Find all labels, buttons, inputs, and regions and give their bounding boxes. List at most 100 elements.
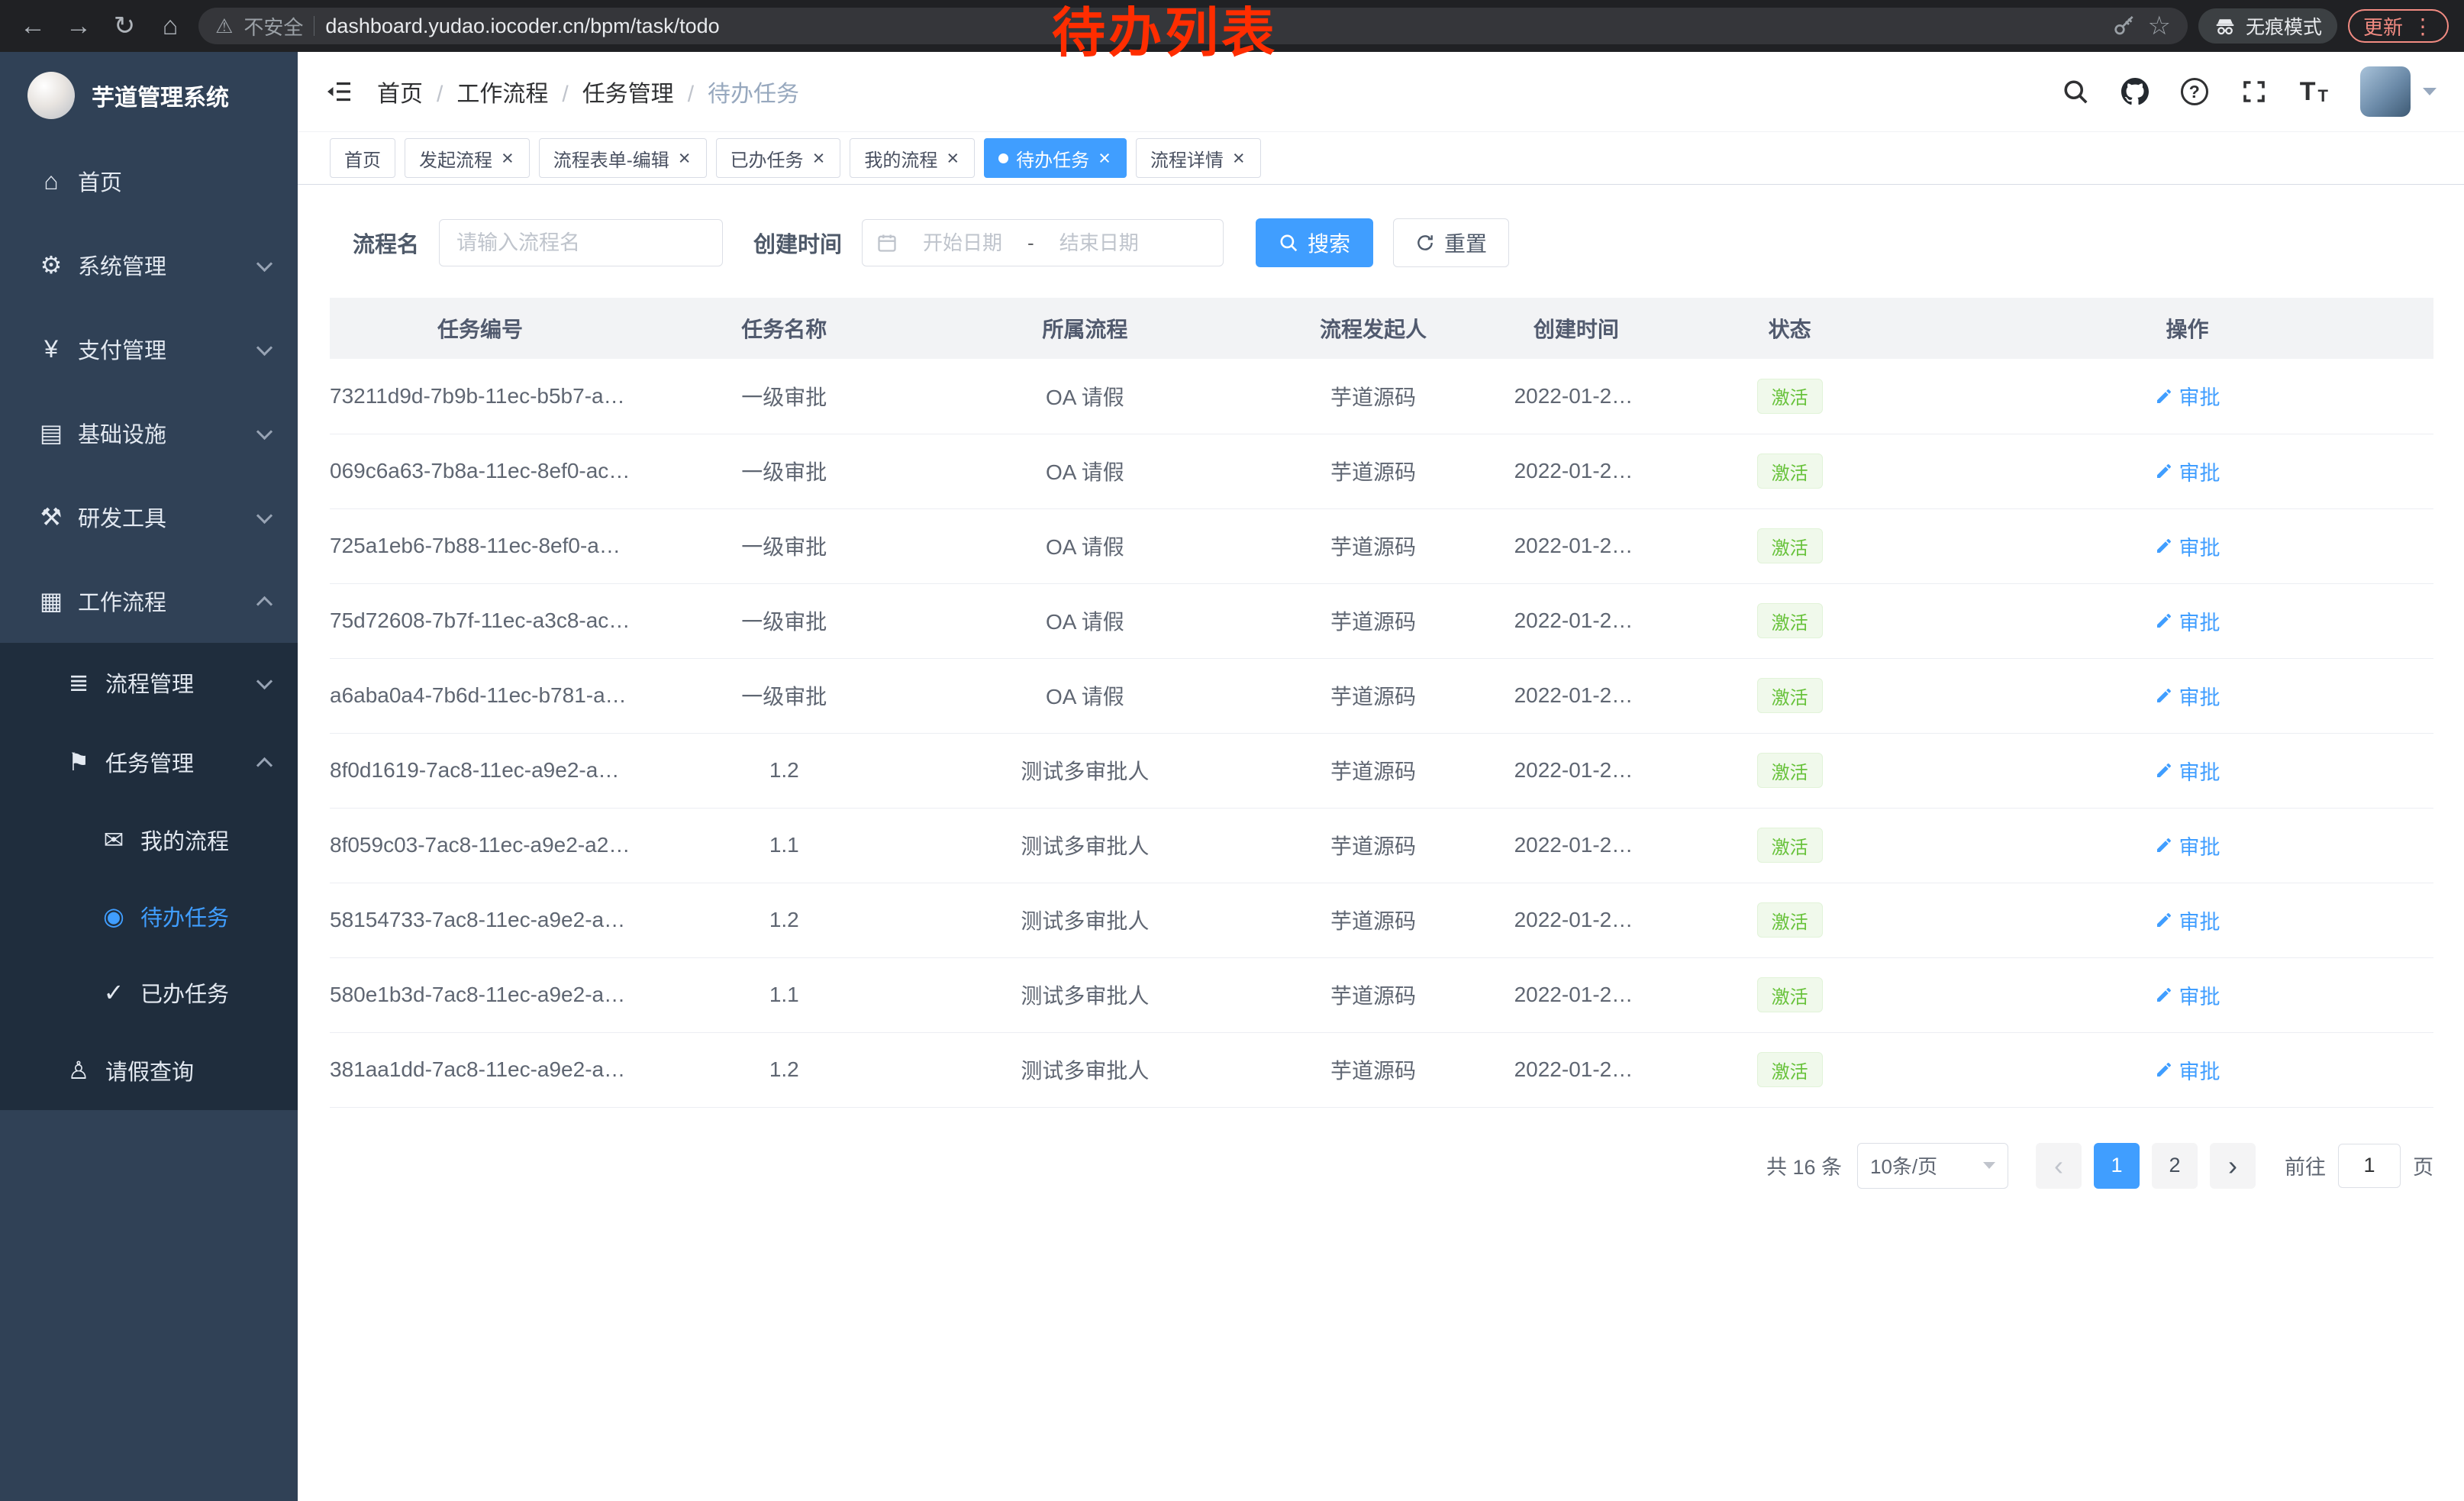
cell-task-id: 381aa1dd-7ac8-11ec-a9e2-a2380e71991a [330,1032,631,1107]
update-button[interactable]: 更新 [2348,9,2449,43]
list-icon: ≣ [61,668,96,697]
sidebar-item-infra[interactable]: ▤ 基础设施 [0,391,298,475]
sidebar-item-workflow[interactable]: ▦ 工作流程 [0,559,298,643]
tab-start-process[interactable]: 发起流程 × [405,138,530,178]
sidebar-item-leave-query[interactable]: ♙ 请假查询 [0,1031,298,1110]
logo-row[interactable]: 芋道管理系统 [0,52,298,139]
cell-action: 审批 [1941,957,2433,1032]
start-date-input[interactable] [905,231,1020,255]
github-icon[interactable] [2121,78,2149,105]
cell-action: 审批 [1941,808,2433,883]
reset-button[interactable]: 重置 [1393,218,1509,267]
sidebar-item-done-task[interactable]: ✓ 已办任务 [0,954,298,1031]
home-icon[interactable]: ⌂ [153,11,188,41]
edit-icon [2155,911,2173,929]
browser-menu-icon[interactable] [2412,14,2433,39]
status-badge: 激活 [1757,678,1823,713]
approve-link[interactable]: 审批 [2155,381,2221,411]
breadcrumb-item[interactable]: 待办任务 [708,75,827,108]
address-bar[interactable]: ⚠ 不安全 dashboard.yudao.iocoder.cn/bpm/tas… [198,8,2188,44]
tab-form-edit[interactable]: 流程表单-编辑 × [539,138,707,178]
sidebar-item-task-mgmt[interactable]: ⚑ 任务管理 [0,722,298,802]
next-page-button[interactable] [2210,1143,2256,1189]
back-icon[interactable]: ← [15,11,50,41]
approve-link[interactable]: 审批 [2155,756,2221,786]
approve-link[interactable]: 审批 [2155,980,2221,1010]
cell-task-id: 8f0d1619-7ac8-11ec-a9e2-a2380e71991a [330,733,631,808]
close-icon[interactable]: × [1231,148,1247,169]
column-header: 状态 [1638,298,1941,359]
page-button[interactable]: 1 [2094,1143,2140,1189]
sidebar-item-system[interactable]: ⚙ 系统管理 [0,223,298,307]
close-icon[interactable]: × [811,148,827,169]
approve-link[interactable]: 审批 [2155,681,2221,711]
sidebar-item-label: 支付管理 [78,333,166,365]
sidebar-fold-icon[interactable] [325,78,353,105]
chat-icon: ✉ [96,825,131,854]
approve-link[interactable]: 审批 [2155,457,2221,486]
help-icon[interactable] [2181,78,2208,105]
sidebar-item-todo-task[interactable]: ◉ 待办任务 [0,878,298,954]
approve-link[interactable]: 审批 [2155,905,2221,935]
cell-created: 2022-01-21 22:43:55 [1514,733,1639,808]
page-button[interactable]: 2 [2152,1143,2198,1189]
process-name-input[interactable] [439,219,723,266]
chevron-down-icon [2423,88,2437,95]
date-range-picker[interactable]: - [862,219,1224,266]
approve-link[interactable]: 审批 [2155,831,2221,860]
bookmark-star-icon[interactable]: ☆ [2147,11,2170,41]
approve-link[interactable]: 审批 [2155,606,2221,636]
tab-home[interactable]: 首页 × [330,138,395,178]
sidebar-item-process-mgmt[interactable]: ≣ 流程管理 [0,643,298,722]
column-header: 创建时间 [1514,298,1639,359]
forward-icon[interactable]: → [61,11,96,41]
breadcrumb-item[interactable]: 任务管理 [582,75,708,108]
chevron-icon [256,423,273,439]
search-button[interactable]: 搜索 [1256,218,1373,267]
approve-link[interactable]: 审批 [2155,531,2221,561]
approve-link[interactable]: 审批 [2155,1055,2221,1085]
monitor-icon: ▤ [34,418,69,447]
font-size-icon[interactable] [2300,79,2328,105]
password-key-icon[interactable] [2112,14,2137,38]
fullscreen-icon[interactable] [2240,78,2268,105]
cell-task-name: 1.2 [631,733,937,808]
reload-icon[interactable]: ↻ [107,11,142,41]
sidebar-item-my-process[interactable]: ✉ 我的流程 [0,802,298,878]
sidebar-item-home[interactable]: ⌂ 首页 [0,139,298,223]
search-button-label: 搜索 [1308,228,1350,258]
sidebar-item-devtools[interactable]: ⚒ 研发工具 [0,475,298,559]
close-icon[interactable]: × [500,148,515,169]
sidebar-item-payment[interactable]: ¥ 支付管理 [0,307,298,391]
close-icon[interactable]: × [677,148,692,169]
end-date-input[interactable] [1042,231,1156,255]
cell-process: 测试多审批人 [937,957,1232,1032]
close-icon[interactable]: × [1097,148,1112,169]
breadcrumb-item[interactable]: 工作流程 [456,75,582,108]
app-title: 芋道管理系统 [92,79,229,112]
column-header: 任务编号 [330,298,631,359]
goto-page-input[interactable] [2338,1144,2401,1188]
cell-task-name: 1.2 [631,1032,937,1107]
page-size-select[interactable]: 10条/页 [1857,1143,2008,1189]
cell-task-name: 一级审批 [631,658,937,733]
tab-my-process[interactable]: 我的流程 × [850,138,975,178]
prev-page-button[interactable] [2036,1143,2082,1189]
cell-created: 2022-01-22 21:37:30 [1514,508,1639,583]
cell-process: 测试多审批人 [937,1032,1232,1107]
tab-todo-task[interactable]: 待办任务 × [984,138,1127,178]
tab-done-task[interactable]: 已办任务 × [716,138,841,178]
tab-process-detail[interactable]: 流程详情 × [1136,138,1261,178]
close-icon[interactable]: × [945,148,960,169]
cell-action: 审批 [1941,1032,2433,1107]
browser-chrome: ← → ↻ ⌂ ⚠ 不安全 dashboard.yudao.iocoder.cn… [0,0,2464,52]
avatar[interactable] [2360,66,2411,117]
approve-label: 审批 [2179,531,2221,561]
breadcrumb-item[interactable]: 首页 [377,75,456,108]
chevron-icon [256,339,273,355]
cell-task-id: 73211d9d-7b9b-11ec-b5b7-acde48001122 [330,359,631,434]
table-row-75d72608-7b7f-11ec-a3c8-acde48001122: 75d72608-7b7f-11ec-a3c8-acde48001122 一级审… [330,583,2433,658]
user-menu[interactable] [2360,66,2437,117]
cell-process: 测试多审批人 [937,808,1232,883]
search-icon[interactable] [2062,78,2089,105]
